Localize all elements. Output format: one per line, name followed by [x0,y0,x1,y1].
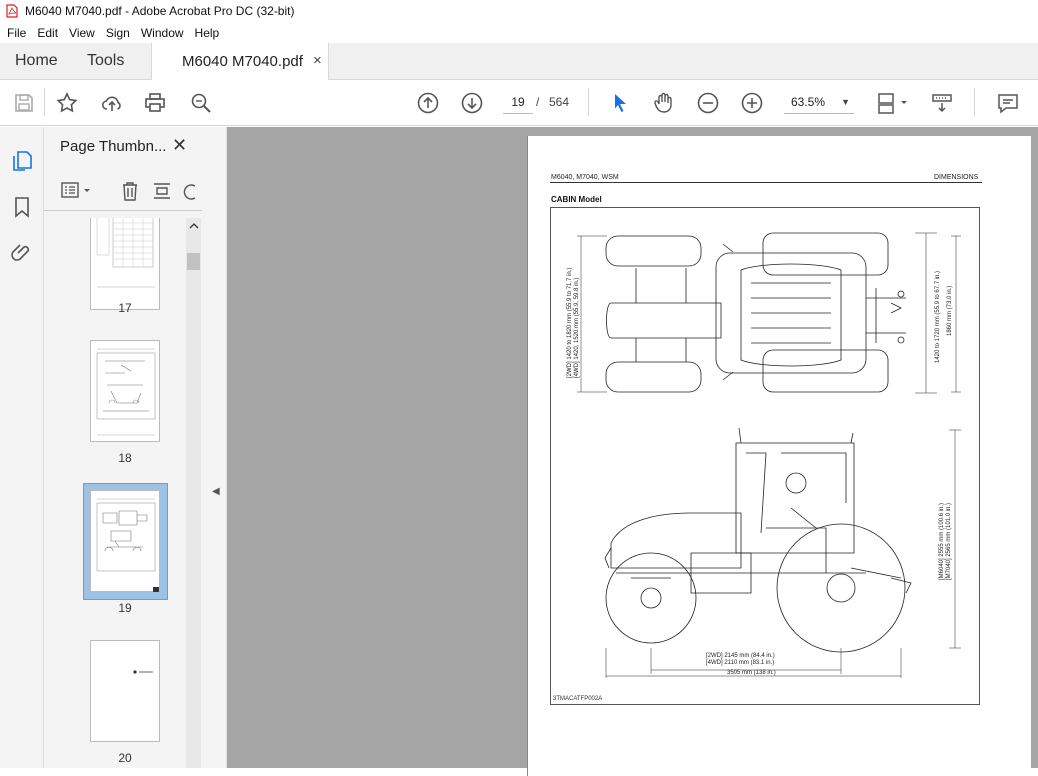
acrobat-app-icon [6,4,18,18]
extract-pages-icon[interactable] [151,180,173,202]
window-titlebar: M6040 M7040.pdf - Adobe Acrobat Pro DC (… [0,0,1038,22]
dim-wheelbase-4wd: [4WD] 2110 mm (83.1 in.) [706,660,774,666]
scroll-up-icon[interactable] [189,222,199,230]
dim-wheelbase-2wd: [2WD] 2145 mm (84.4 in.) [706,653,775,659]
thumbnail-page-17[interactable] [90,218,160,310]
page-thumbnails-icon[interactable] [10,149,34,173]
page-up-icon[interactable] [416,91,440,115]
save-icon[interactable] [12,91,36,115]
dim-front-track: 1420 to 1720 mm (55.9 to 67.7 in.) [935,271,941,363]
hand-icon[interactable] [652,91,676,115]
left-rail [0,127,44,768]
thumbnail-page-19[interactable] [90,490,160,592]
page-header-right: DIMENSIONS [934,174,979,181]
thumbnail-label: 17 [118,301,132,315]
menu-bar: File Edit View Sign Window Help [0,22,1038,43]
thumbnail-17-preview [96,218,155,288]
thumbnail-label: 19 [118,601,132,615]
toolbar-divider [974,88,975,116]
dim-rear-track-2wd: [2WD] 1420 to 1820 mm (55.9 to 71.7 in.) [567,268,573,378]
toolbar-divider [588,88,589,116]
window-title: M6040 M7040.pdf - Adobe Acrobat Pro DC (… [25,4,295,18]
collapse-panel-icon[interactable]: ◀ [212,486,220,497]
page-header-rule [550,182,982,183]
tractor-drawing: [2WD] 1420 to 1820 mm (55.9 to 71.7 in.)… [567,232,961,678]
tab-home[interactable]: Home [15,43,58,79]
toolbar-divider [44,88,45,116]
comment-icon[interactable] [996,91,1020,115]
thumbnail-label: 20 [118,751,132,765]
menu-sign[interactable]: Sign [106,26,130,40]
scroll-mode-icon[interactable] [930,91,954,115]
dimension-figure: [2WD] 1420 to 1820 mm (55.9 to 71.7 in.)… [550,207,980,705]
dim-height-m6040: [M6040] 2555 mm (100.6 in.) [939,503,945,580]
tab-close-icon[interactable]: × [313,52,322,69]
thumbnail-page-20[interactable] [90,640,160,742]
thumbnail-20-preview [133,670,153,674]
thumbnail-scrollbar[interactable] [186,218,201,768]
tab-document[interactable]: M6040 M7040.pdf × [151,43,329,80]
delete-icon[interactable] [119,180,141,202]
rotate-icon[interactable] [183,180,199,202]
chevron-down-icon: ▼ [841,97,850,107]
tractor-side-view [604,427,912,653]
attachment-icon[interactable] [10,240,34,264]
scrollbar-thumb[interactable] [187,253,200,270]
dim-rear-track-4wd: [4WD] 1420, 1520 mm (55.9, 59.8 in.) [574,278,580,378]
close-icon[interactable]: ✕ [172,135,187,156]
star-icon[interactable] [55,91,79,115]
page-separator: / [536,95,540,109]
menu-view[interactable]: View [69,26,95,40]
page-fit-icon[interactable] [876,91,910,115]
bookmark-icon[interactable] [10,195,34,219]
zoom-select[interactable]: 63.5% ▼ [784,90,854,114]
options-menu-icon[interactable] [60,181,94,201]
panel-toolbar [44,171,202,211]
menu-help[interactable]: Help [195,26,220,40]
page-number-input[interactable]: 19 [503,90,533,114]
zoom-value: 63.5% [791,95,826,109]
search-zoom-icon[interactable] [189,91,213,115]
dim-overall-length: 3505 mm (138 in.) [727,670,776,676]
dim-height-m7040: [M7040] 2565 mm (101.0 in.) [946,503,952,580]
panel-title: Page Thumbn... [60,138,167,155]
zoom-out-icon[interactable] [696,91,720,115]
section-title: CABIN Model [551,195,602,204]
figure-code: 3TMACATFP002A [553,696,603,702]
thumbnail-list: 17 18 19 20 [44,218,200,768]
thumbnail-19-preview [96,498,159,592]
select-arrow-icon[interactable] [608,91,632,115]
tractor-top-view [605,232,906,393]
thumbnail-page-18[interactable] [90,340,160,442]
print-icon[interactable] [143,91,167,115]
page-down-icon[interactable] [460,91,484,115]
tab-tools[interactable]: Tools [87,43,124,79]
upload-icon[interactable] [100,91,124,115]
menu-window[interactable]: Window [141,26,184,40]
zoom-in-icon[interactable] [740,91,764,115]
tab-document-label: M6040 M7040.pdf [182,53,303,70]
thumbnail-label: 18 [118,451,132,465]
page-header-left: M6040, M7040, WSM [551,174,619,181]
menu-edit[interactable]: Edit [37,26,58,40]
thumbnail-18-preview [96,348,156,436]
menu-file[interactable]: File [7,26,26,40]
tab-bar: Home Tools M6040 M7040.pdf × [0,43,1038,80]
canvas-right-edge [1031,127,1038,768]
page-count: 564 [549,95,570,109]
dim-overall-width: 1860 mm (73.0 in.) [947,286,953,336]
